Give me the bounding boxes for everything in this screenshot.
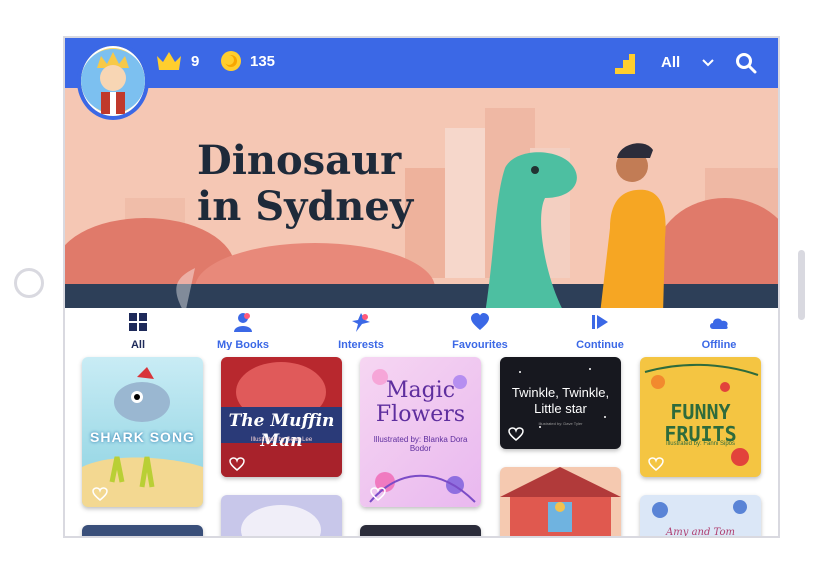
book-subtitle: Illustrated by: Fanni Sipos — [665, 441, 736, 447]
coin-counter: 135 — [220, 50, 275, 72]
book-grid: SHARK SONG The Muffin Man Illustrated by… — [65, 350, 778, 538]
favorite-heart-icon[interactable] — [92, 487, 108, 501]
tab-offline[interactable]: Offline — [674, 312, 764, 353]
favorite-heart-icon[interactable] — [508, 427, 524, 441]
top-bar: 9 135 All — [65, 38, 778, 88]
book-card[interactable]: Amy and Tom — [640, 495, 761, 538]
book-title: The Muffin Man — [228, 411, 335, 451]
house-illustration — [500, 467, 621, 536]
book-title: Amy and Tom — [666, 527, 735, 538]
filter-dropdown[interactable]: All — [661, 54, 714, 71]
book-card[interactable]: FUNNY FRUITS Illustrated by: Fanni Sipos — [640, 357, 761, 477]
favorite-heart-icon[interactable] — [370, 487, 386, 501]
grid-icon — [129, 313, 147, 331]
tab-favourites[interactable]: Favourites — [435, 312, 525, 353]
chevron-down-icon — [702, 58, 714, 66]
filter-label: All — [661, 54, 681, 71]
hero-banner[interactable]: Dinosaur in Sydney — [65, 88, 778, 314]
book-card[interactable]: The Muffin Man Illustrated by Sean Lee — [221, 357, 342, 477]
person-icon — [234, 313, 252, 332]
scrollbar[interactable] — [798, 250, 805, 320]
book-subtitle: Illustrated by: Dave Tyler — [538, 421, 583, 426]
book-card[interactable]: SHARK SONG — [82, 357, 203, 507]
home-button[interactable] — [14, 268, 44, 298]
book-card[interactable]: Magic Flowers Illustrated by: Blanka Dor… — [360, 357, 481, 507]
app-window: 9 135 All Dinosaur in Sydney All My Book… — [63, 36, 780, 538]
book-title: SHARK SONG — [90, 429, 195, 445]
book-card[interactable] — [221, 495, 342, 536]
book-title: FUNNY FRUITS — [664, 400, 737, 446]
search-icon[interactable] — [735, 52, 757, 74]
coin-count: 135 — [250, 52, 276, 70]
book-title: Twinkle, Twinkle, Little star — [511, 385, 610, 416]
crown-icon — [157, 52, 181, 70]
favorite-heart-icon[interactable] — [648, 457, 664, 471]
book-title: Magic Flowers — [375, 378, 466, 427]
cover-art — [241, 505, 321, 536]
cloud-icon — [710, 318, 728, 329]
play-icon — [592, 315, 608, 329]
crown-counter: 9 — [155, 50, 199, 72]
tab-interests[interactable]: Interests — [316, 312, 406, 353]
book-subtitle: Illustrated by: Blanka Dora Bodor — [373, 435, 468, 453]
avatar[interactable] — [77, 42, 149, 120]
hero-title-line2: in Sydney — [197, 183, 414, 230]
level-chart-icon[interactable] — [613, 52, 637, 76]
tab-my-books[interactable]: My Books — [198, 312, 288, 353]
little-prince-avatar-icon — [81, 49, 145, 114]
book-card[interactable] — [360, 525, 481, 536]
tab-all[interactable]: All — [93, 312, 183, 353]
crown-count: 9 — [191, 52, 200, 70]
book-card[interactable]: Twinkle, Twinkle, Little star Illustrate… — [500, 357, 621, 449]
hero-title: Dinosaur in Sydney — [197, 138, 413, 230]
book-subtitle: Illustrated by Sean Lee — [250, 437, 313, 443]
pin-icon — [352, 313, 370, 332]
heart-icon — [471, 313, 489, 330]
coin-icon — [221, 51, 241, 71]
hero-title-line1: Dinosaur — [197, 137, 402, 184]
hero-illustration — [65, 88, 778, 314]
tab-continue[interactable]: Continue — [555, 312, 645, 353]
category-tabs: All My Books Interests Favourites Contin… — [65, 308, 778, 351]
favorite-heart-icon[interactable] — [229, 457, 245, 471]
book-card[interactable] — [500, 467, 621, 536]
book-card[interactable] — [82, 525, 203, 536]
